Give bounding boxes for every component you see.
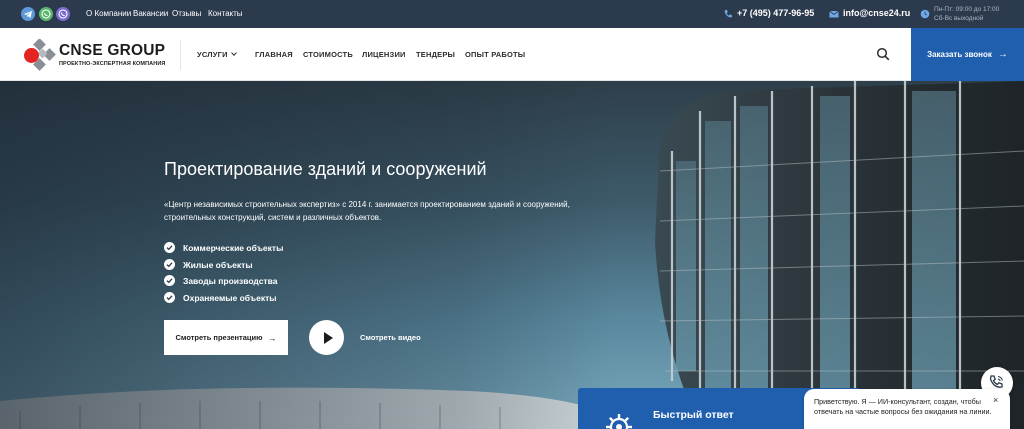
- order-call-button[interactable]: Заказать звонок →: [911, 28, 1024, 81]
- checklist-label: Жилые объекты: [183, 259, 253, 270]
- logo-subtitle: ПРОЕКТНО-ЭКСПЕРТНАЯ КОМПАНИЯ: [59, 61, 166, 67]
- checklist-item: Охраняемые объекты: [164, 292, 277, 303]
- working-hours: Пн-Пт: 09:00 до 17:00 Сб-Вс выходной: [934, 5, 999, 23]
- watch-presentation-button[interactable]: Смотреть презентацию →: [164, 320, 288, 355]
- topbar-phone[interactable]: +7 (495) 477-96-95: [737, 8, 814, 18]
- watch-presentation-label: Смотреть презентацию: [175, 333, 263, 342]
- check-icon: [164, 292, 175, 303]
- chat-greeting-message: Приветствую. Я — ИИ-консультант, создан,…: [804, 389, 1010, 429]
- check-icon: [164, 242, 175, 253]
- checklist-item: Коммерческие объекты: [164, 242, 283, 253]
- main-header: CNSE GROUP ПРОЕКТНО-ЭКСПЕРТНАЯ КОМПАНИЯ …: [0, 28, 1024, 81]
- hero-description: «Центр независимых строительных эксперти…: [164, 200, 570, 222]
- hero-title: Проектирование зданий и сооружений: [164, 159, 487, 179]
- topbar-email[interactable]: info@cnse24.ru: [843, 8, 910, 18]
- close-icon[interactable]: ×: [993, 395, 998, 405]
- nav-services-label: УСЛУГИ: [197, 50, 228, 59]
- play-video-button[interactable]: [309, 320, 344, 355]
- hero-section: Проектирование зданий и сооружений «Цент…: [0, 81, 1024, 429]
- watch-video-link[interactable]: Смотреть видео: [360, 333, 421, 342]
- hero-overlay: [0, 81, 1024, 429]
- nav-licenses[interactable]: ЛИЦЕНЗИИ: [362, 50, 406, 59]
- checklist-label: Коммерческие объекты: [183, 242, 284, 253]
- viber-icon[interactable]: [56, 7, 70, 21]
- arrow-right-icon: →: [267, 332, 277, 343]
- telegram-icon[interactable]: [21, 7, 35, 21]
- gear-icon: [606, 414, 632, 429]
- nav-services[interactable]: УСЛУГИ: [197, 50, 237, 59]
- nav-tenders[interactable]: ТЕНДЕРЫ: [416, 50, 455, 59]
- checklist-label: Заводы производства: [183, 275, 278, 286]
- mail-icon: [829, 10, 839, 18]
- logo-icon[interactable]: [22, 39, 56, 73]
- order-call-label: Заказать звонок: [927, 50, 992, 59]
- nav-home[interactable]: ГЛАВНАЯ: [255, 50, 293, 59]
- check-icon: [164, 259, 175, 270]
- nav-pricing[interactable]: СТОИМОСТЬ: [303, 50, 353, 59]
- topbar-link-vacancies[interactable]: Вакансии: [133, 9, 168, 18]
- nav-experience[interactable]: ОПЫТ РАБОТЫ: [465, 50, 525, 59]
- working-hours-weekend: Сб-Вс выходной: [934, 15, 984, 22]
- logo-title[interactable]: CNSE GROUP: [59, 42, 165, 60]
- phone-icon: [724, 10, 732, 18]
- play-icon: [323, 331, 333, 344]
- working-hours-weekdays: Пн-Пт: 09:00 до 17:00: [934, 6, 1000, 13]
- chevron-down-icon: [230, 50, 237, 56]
- topbar-link-contacts[interactable]: Контакты: [208, 9, 243, 18]
- arrow-right-icon: →: [997, 49, 1008, 60]
- checklist-item: Заводы производства: [164, 275, 277, 286]
- check-icon: [164, 275, 175, 286]
- search-icon[interactable]: [876, 47, 890, 61]
- clock-icon: [920, 9, 930, 19]
- checklist-label: Охраняемые объекты: [183, 292, 277, 303]
- header-divider: [180, 40, 181, 70]
- quick-answer-label: Быстрый ответ: [653, 409, 734, 421]
- top-bar: О Компании Вакансии Отзывы Контакты +7 (…: [0, 0, 1024, 28]
- whatsapp-icon[interactable]: [39, 7, 53, 21]
- checklist-item: Жилые объекты: [164, 259, 253, 270]
- topbar-link-reviews[interactable]: Отзывы: [172, 9, 201, 18]
- topbar-link-about[interactable]: О Компании: [86, 9, 131, 18]
